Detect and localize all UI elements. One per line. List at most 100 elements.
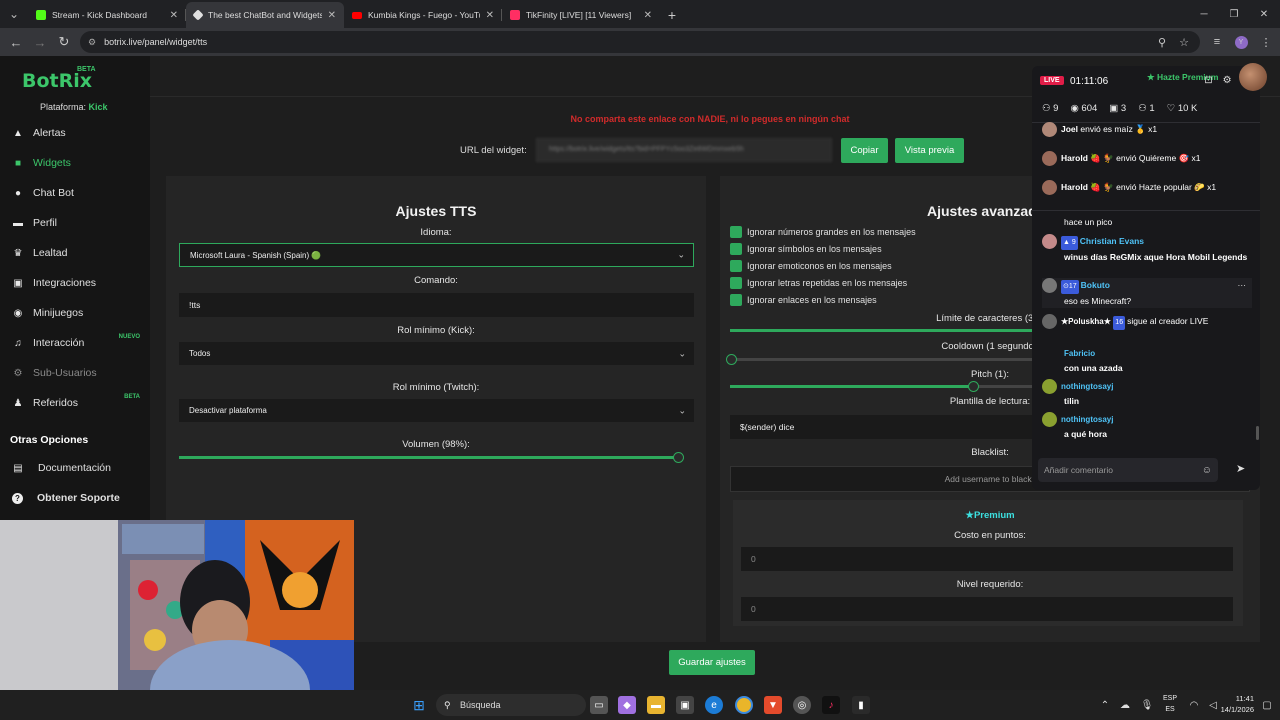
site-info-icon[interactable]: ⚙ (88, 37, 96, 48)
pitch-slider-handle[interactable] (968, 381, 979, 392)
profile-avatar[interactable]: Y (1230, 28, 1252, 56)
sidebar-item-interaccion[interactable]: ♫ Interacción NUEVO (0, 330, 150, 356)
sidebar-item-chatbot[interactable]: ● Chat Bot (0, 180, 150, 206)
ignore-emotes-checkbox[interactable]: Ignorar emoticonos en los mensajes (730, 260, 892, 272)
microphone-icon[interactable]: 🎙 (1138, 696, 1156, 714)
zoom-icon[interactable]: ⚲ (1151, 28, 1173, 56)
forward-icon[interactable]: → (28, 30, 52, 54)
taskbar-search[interactable]: ⚲ Búsqueda (436, 694, 586, 716)
network-icon[interactable]: ☁ (1116, 696, 1134, 714)
address-bar[interactable]: ⚙ botrix.live/panel/widget/tts (80, 31, 1200, 53)
store-icon[interactable]: ▣ (676, 696, 694, 714)
wifi-icon[interactable]: ◠ (1185, 696, 1203, 714)
minimize-icon[interactable]: ─ (1188, 0, 1220, 28)
chrome-icon[interactable] (735, 696, 753, 714)
chat-username[interactable]: Harold (1061, 153, 1088, 163)
chat-username[interactable]: nothingtosayj (1061, 415, 1113, 424)
lock-icon[interactable]: ⊡ (1204, 75, 1212, 86)
copilot-icon[interactable]: ◆ (618, 696, 636, 714)
checkbox-checked[interactable] (730, 226, 742, 238)
task-view-icon[interactable]: ▭ (590, 696, 608, 714)
checkbox-checked[interactable] (730, 243, 742, 255)
taskbar-clock[interactable]: 11:41 14/1/2026 (1221, 693, 1254, 715)
chat-scrollbar[interactable] (1256, 426, 1259, 440)
app-icon[interactable]: ▮ (852, 696, 870, 714)
language-indicator[interactable]: ESP ES (1163, 693, 1177, 715)
chat-message: ⊙17 Bokuto ⋯ eso es Minecraft? (1042, 278, 1252, 308)
sidebar-item-minijuegos[interactable]: ◉ Minijuegos (0, 300, 150, 326)
chat-comment-input[interactable]: Añadir comentario ☺ (1038, 458, 1218, 482)
sidebar-item-soporte[interactable]: ? Obtener Soporte (0, 485, 150, 511)
windows-start-icon[interactable]: ⊞ (410, 696, 428, 714)
brave-icon[interactable]: ▼ (764, 696, 782, 714)
widget-url-field[interactable]: https://botrix.live/widgets/tts?bid=PFPY… (536, 138, 832, 162)
sidebar-item-widgets[interactable]: ■ Widgets (0, 150, 150, 176)
sidebar-item-lealtad[interactable]: ♛ Lealtad (0, 240, 150, 266)
checkbox-checked[interactable] (730, 294, 742, 306)
reload-icon[interactable]: ↻ (52, 30, 76, 54)
cooldown-slider-handle[interactable] (726, 354, 737, 365)
volume-icon[interactable]: ◁ (1204, 696, 1222, 714)
back-icon[interactable]: ← (4, 30, 28, 54)
command-input[interactable]: !tts (179, 293, 694, 317)
more-options-icon[interactable]: ⋯ (1238, 278, 1247, 292)
checkbox-checked[interactable] (730, 260, 742, 272)
chat-message: Joel envió es maíz 🥇 x1 (1042, 122, 1252, 138)
language-select[interactable]: Microsoft Laura - Spanish (Spain) 🟢 ⌄ (179, 243, 694, 267)
media-controls-icon[interactable]: ≡ (1206, 28, 1228, 56)
points-cost-input[interactable]: 0 (741, 547, 1233, 571)
emoji-icon[interactable]: ☺ (1202, 465, 1212, 476)
chat-username[interactable]: nothingtosayj (1061, 382, 1113, 391)
tab-tikfinity[interactable]: TikFinity [LIVE] [11 Viewers] ✕ (502, 2, 660, 28)
chat-username[interactable]: Harold (1061, 182, 1088, 192)
tab-kick-dashboard[interactable]: Stream - Kick Dashboard ✕ (28, 2, 186, 28)
file-explorer-icon[interactable]: ▬ (647, 696, 665, 714)
close-tab-icon[interactable]: ✕ (328, 10, 336, 21)
avatar (1042, 314, 1057, 330)
close-tab-icon[interactable]: ✕ (170, 10, 178, 21)
tab-search-button[interactable]: ⌄ (0, 0, 28, 28)
sidebar-item-perfil[interactable]: ▬ Perfil (0, 210, 150, 236)
new-tab-button[interactable]: + (660, 2, 684, 28)
ignore-symbols-checkbox[interactable]: Ignorar símbolos en los mensajes (730, 243, 882, 255)
restore-icon[interactable]: ❐ (1218, 0, 1250, 28)
obs-icon[interactable]: ◎ (793, 696, 811, 714)
send-icon[interactable]: ➤ (1236, 462, 1245, 475)
tab-youtube[interactable]: Kumbia Kings - Fuego - YouTub ✕ (344, 2, 502, 28)
sidebar-item-documentacion[interactable]: ▤ Documentación (0, 455, 150, 481)
chat-username[interactable]: Joel (1061, 124, 1078, 134)
tiktok-icon[interactable]: ♪ (822, 696, 840, 714)
tray-chevron-icon[interactable]: ⌃ (1096, 696, 1114, 714)
close-tab-icon[interactable]: ✕ (644, 10, 652, 21)
avatar (1042, 278, 1057, 294)
chat-username[interactable]: Bokuto (1081, 280, 1110, 290)
preview-button[interactable]: Vista previa (895, 138, 964, 163)
sidebar-item-integraciones[interactable]: ▣ Integraciones (0, 270, 150, 296)
bookmark-star-icon[interactable]: ☆ (1173, 28, 1195, 56)
sidebar-item-referidos[interactable]: ♟ Referidos BETA (0, 390, 150, 416)
ignore-numbers-checkbox[interactable]: Ignorar números grandes en los mensajes (730, 226, 916, 238)
role-twitch-select[interactable]: Desactivar plataforma ⌄ (179, 399, 694, 422)
checkbox-checked[interactable] (730, 277, 742, 289)
settings-icon[interactable]: ⚙ (1223, 75, 1232, 86)
volume-slider[interactable] (179, 452, 685, 463)
ignore-repeated-checkbox[interactable]: Ignorar letras repetidas en los mensajes (730, 277, 907, 289)
sidebar-item-alertas[interactable]: ▲ Alertas (0, 120, 150, 146)
ignore-links-checkbox[interactable]: Ignorar enlaces en los mensajes (730, 294, 877, 306)
tab-botrix[interactable]: The best ChatBot and Widgets f ✕ (186, 2, 344, 28)
chat-username[interactable]: ★Poluskha★ (1061, 317, 1111, 326)
sidebar-item-sub-usuarios[interactable]: ⚙ Sub-Usuarios (0, 360, 150, 386)
edge-icon[interactable]: e (705, 696, 723, 714)
views-stat: ◉ 604 (1070, 103, 1097, 114)
close-tab-icon[interactable]: ✕ (486, 10, 494, 21)
chat-username[interactable]: Fabricio (1064, 349, 1095, 358)
copy-button[interactable]: Copiar (841, 138, 888, 163)
browser-menu-icon[interactable]: ⋮ (1255, 28, 1277, 56)
notifications-icon[interactable]: ▢ (1258, 696, 1276, 714)
chat-username[interactable]: Christian Evans (1080, 236, 1144, 246)
level-input[interactable]: 0 (741, 597, 1233, 621)
role-kick-select[interactable]: Todos ⌄ (179, 342, 694, 365)
botrix-logo[interactable]: BotRix (22, 70, 92, 92)
close-window-icon[interactable]: ✕ (1248, 0, 1280, 28)
save-settings-button[interactable]: Guardar ajustes (669, 650, 755, 675)
